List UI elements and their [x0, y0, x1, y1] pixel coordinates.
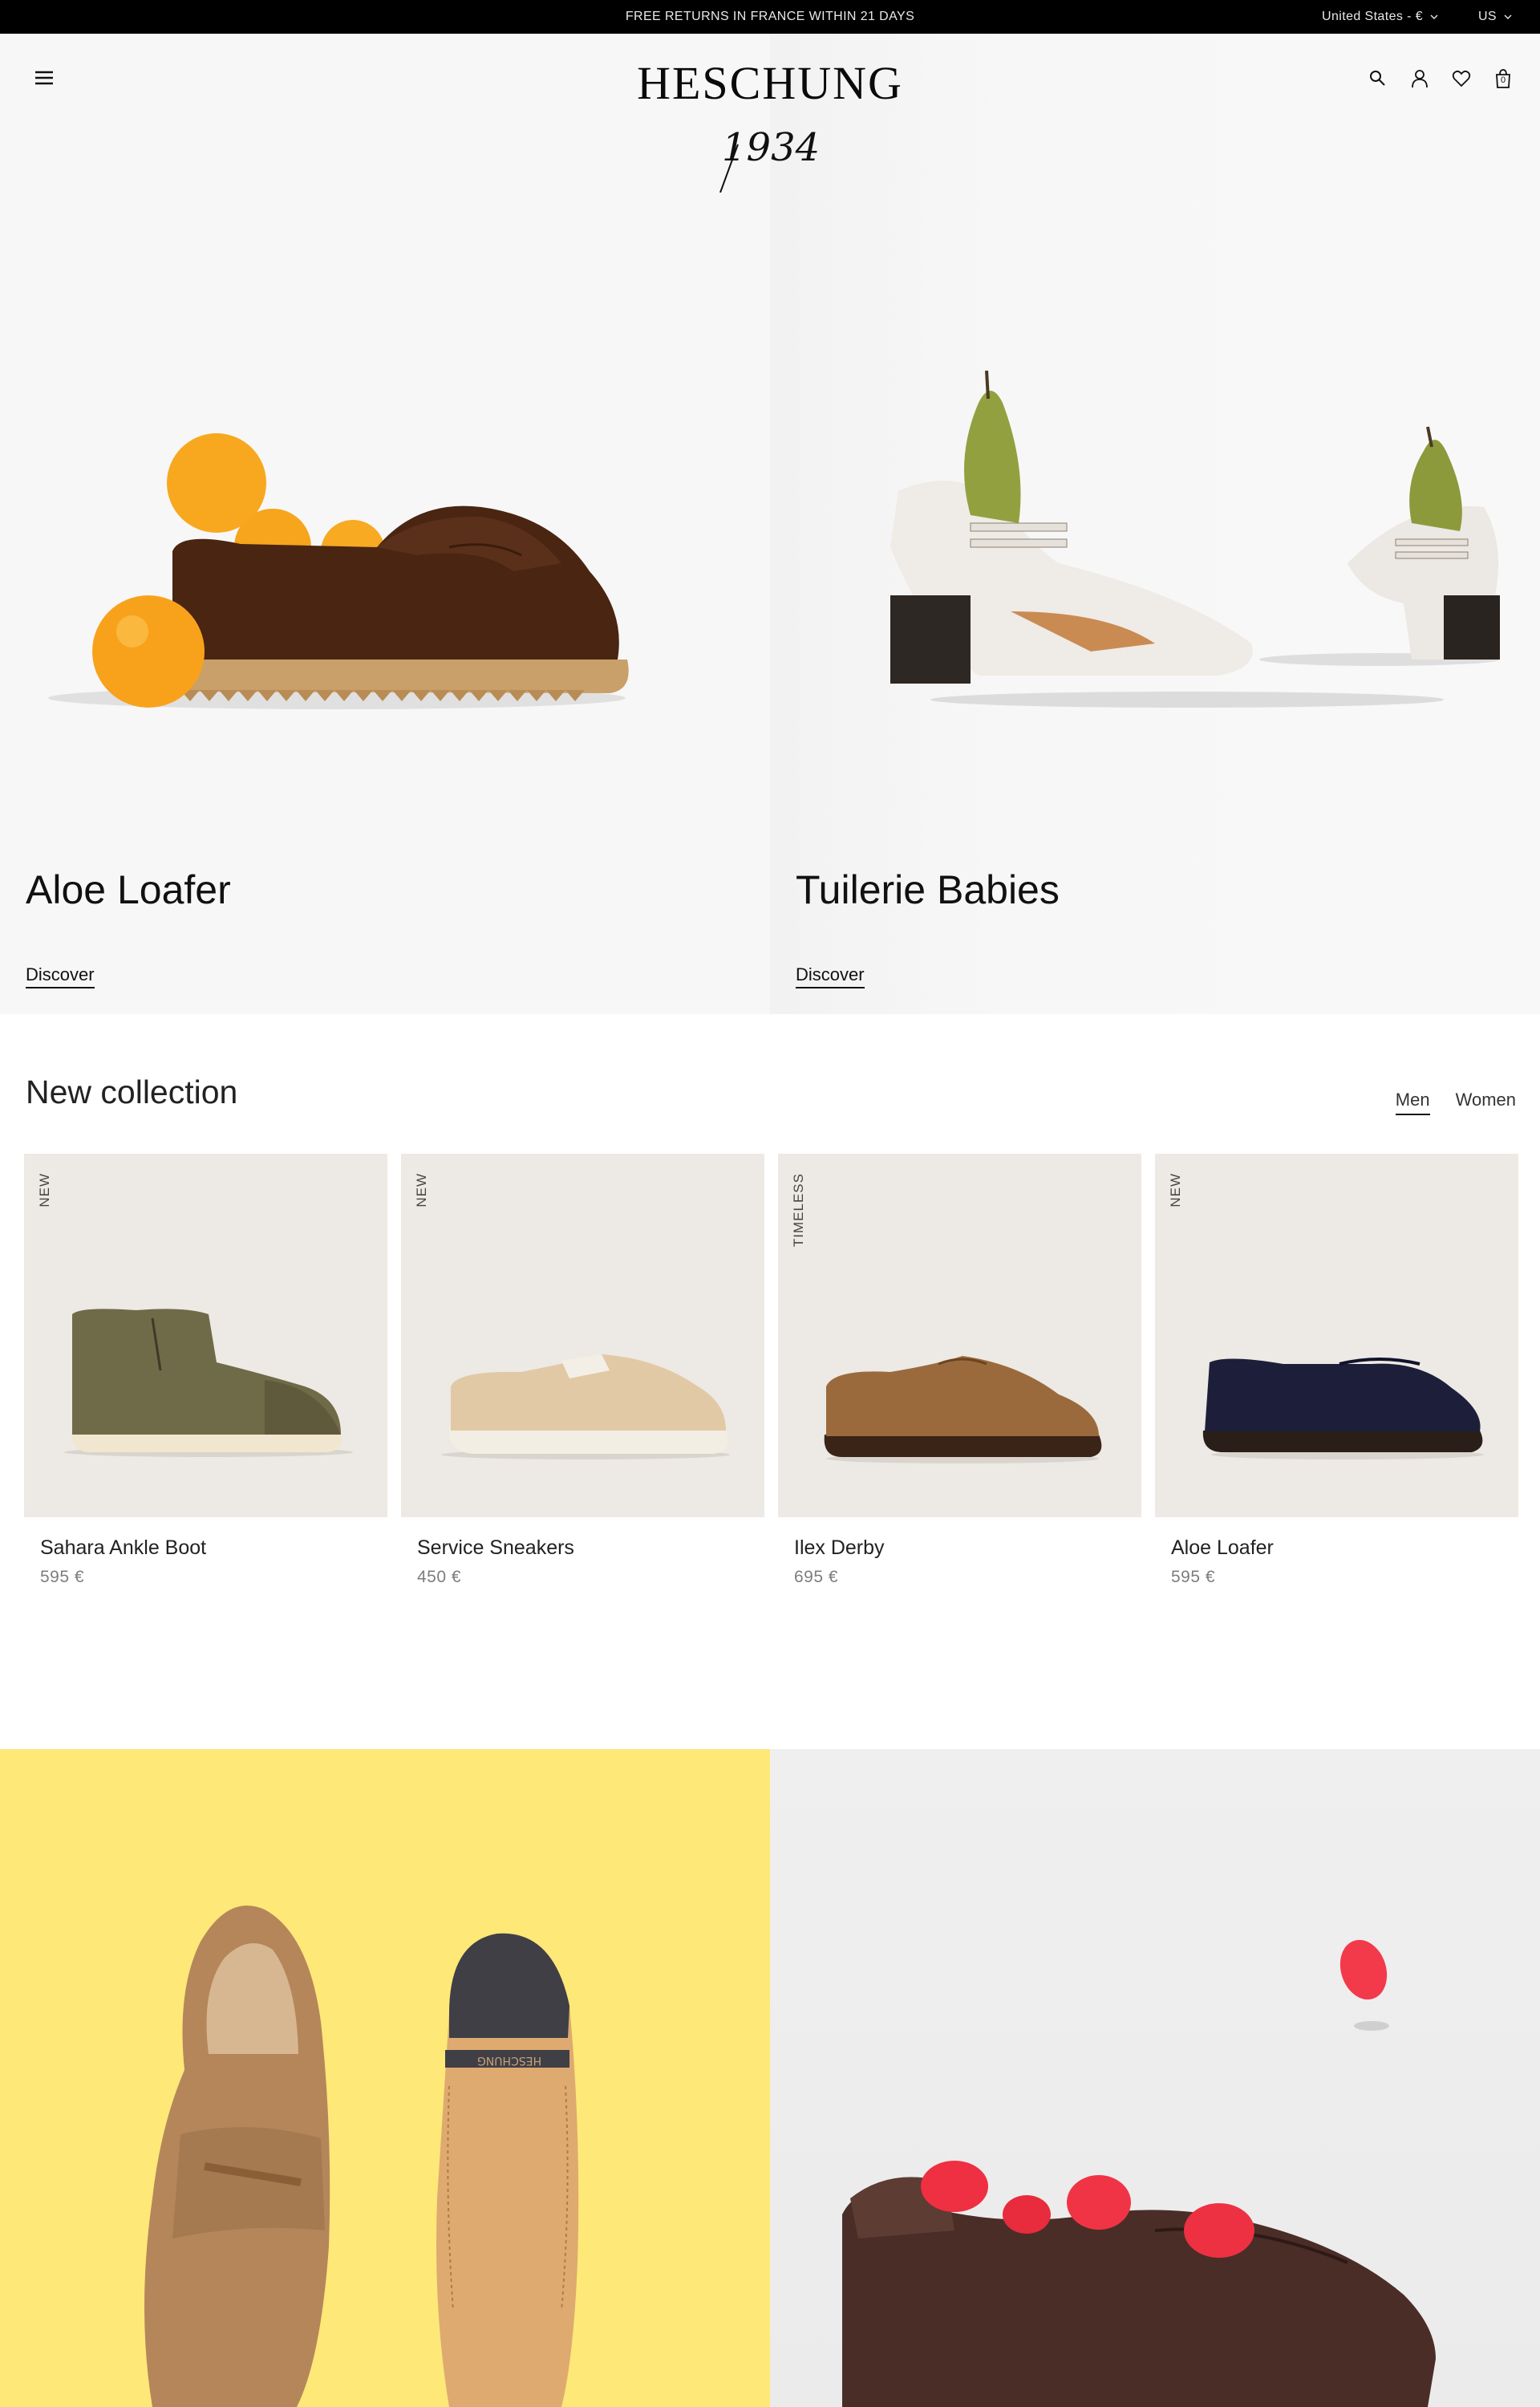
product-badge: TIMELESS	[791, 1173, 806, 1248]
product-price: 595 €	[1171, 1568, 1216, 1586]
gender-tabs: Men Women	[1395, 1090, 1516, 1115]
loafer-sole-image: HESCHUNG	[144, 1906, 579, 2407]
discover-link[interactable]: Discover	[26, 964, 95, 988]
product-name[interactable]: Aloe Loafer	[1155, 1536, 1518, 1560]
site-header: HESCHUNG 1934 0	[0, 34, 1540, 193]
product-card[interactable]: TIMELESS Ilex Derby 695 €	[778, 1154, 1141, 1587]
search-button[interactable]	[1365, 66, 1391, 91]
editorial-panel-yellow[interactable]: HESCHUNG	[0, 1749, 770, 2407]
product-badge: NEW	[414, 1173, 429, 1208]
cart-count: 0	[1500, 75, 1506, 85]
wishlist-button[interactable]	[1449, 66, 1474, 91]
derby-image	[824, 1356, 1102, 1463]
cart-button[interactable]: 0	[1490, 66, 1516, 91]
sneaker-image	[441, 1354, 730, 1459]
product-name[interactable]: Service Sneakers	[401, 1536, 764, 1560]
free-returns-message: FREE RETURNS IN FRANCE WITHIN 21 DAYS	[625, 10, 915, 23]
language-label: US	[1477, 10, 1497, 23]
account-button[interactable]	[1407, 66, 1433, 91]
chevron-down-icon	[1504, 14, 1512, 19]
brand-logo[interactable]: HESCHUNG	[0, 56, 1540, 110]
product-price: 695 €	[794, 1568, 839, 1586]
product-card[interactable]: NEW Aloe Loafer 595 €	[1155, 1154, 1518, 1587]
header-actions: 0	[1365, 66, 1516, 91]
product-price: 595 €	[40, 1568, 85, 1586]
ankle-boot-image	[64, 1309, 353, 1457]
product-price: 450 €	[417, 1568, 462, 1586]
hero-image-loafer-oranges	[48, 433, 629, 709]
product-name[interactable]: Sahara Ankle Boot	[24, 1536, 387, 1560]
wishlist-icon	[1452, 70, 1471, 87]
region-selector[interactable]: United States - €	[1322, 10, 1439, 24]
product-image[interactable]: NEW	[1155, 1154, 1518, 1517]
editorial-section: HESCHUNG	[0, 1749, 1540, 2407]
hero-panel-tuilerie-babies[interactable]: Tuilerie Babies Discover	[770, 34, 1540, 1014]
product-badge: NEW	[1168, 1173, 1183, 1208]
hero-panel-aloe-loafer[interactable]: Aloe Loafer Discover	[0, 34, 770, 1014]
collection-title: New collection	[26, 1074, 238, 1110]
discover-link[interactable]: Discover	[796, 964, 865, 988]
tab-women[interactable]: Women	[1456, 1090, 1516, 1115]
chevron-down-icon	[1430, 14, 1438, 19]
product-image[interactable]: TIMELESS	[778, 1154, 1141, 1517]
product-badge: NEW	[37, 1173, 52, 1208]
hero-image-babies-pears	[890, 370, 1500, 708]
loafer-peppers-image	[842, 1939, 1436, 2407]
product-grid: NEW Sahara Ankle Boot 595 € NEW Service …	[24, 1154, 1518, 1603]
product-card[interactable]: NEW Service Sneakers 450 €	[401, 1154, 764, 1587]
hero-title: Tuilerie Babies	[796, 867, 1060, 912]
search-icon	[1370, 71, 1385, 86]
product-image[interactable]: NEW	[401, 1154, 764, 1517]
top-banner: FREE RETURNS IN FRANCE WITHIN 21 DAYS Un…	[0, 0, 1540, 34]
product-card[interactable]: NEW Sahara Ankle Boot 595 €	[24, 1154, 387, 1587]
sole-brand-text: HESCHUNG	[477, 2054, 541, 2067]
editorial-panel-grey[interactable]	[770, 1749, 1540, 2407]
hero-title: Aloe Loafer	[26, 867, 231, 912]
region-label: United States - €	[1322, 10, 1423, 23]
tab-men[interactable]: Men	[1395, 1090, 1430, 1115]
product-image[interactable]: NEW	[24, 1154, 387, 1517]
product-name[interactable]: Ilex Derby	[778, 1536, 1141, 1560]
brand-logo-year: 1934	[719, 125, 820, 193]
loafer-image	[1202, 1358, 1484, 1459]
language-selector[interactable]: US	[1478, 10, 1513, 24]
account-icon	[1412, 70, 1428, 88]
